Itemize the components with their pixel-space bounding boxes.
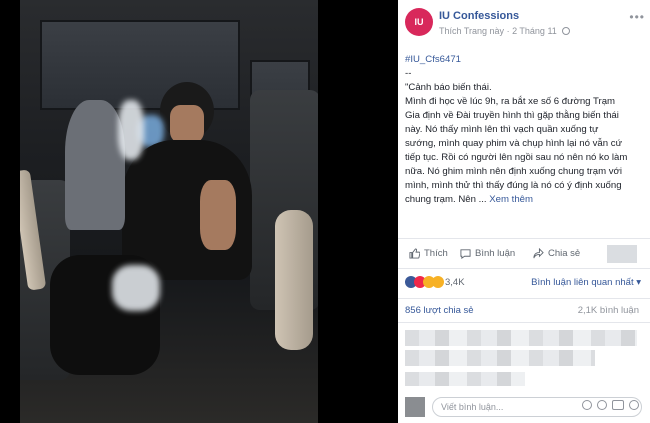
post-last-line-text: chung trạm. Nên ... <box>405 194 487 205</box>
man-face <box>170 105 204 143</box>
reaction-count[interactable]: 3,4K <box>445 277 465 288</box>
post-panel: IU IU Confessions Thích Trang này · 2 Th… <box>398 0 650 423</box>
like-button[interactable]: Thích <box>409 248 448 259</box>
user-avatar <box>405 397 425 417</box>
post-line: tiếp tục. Rồi có người lên ngồi sau nó n… <box>405 152 628 163</box>
comments-count[interactable]: 2,1K bình luận <box>578 305 639 316</box>
post-last-line: chung trạm. Nên ... Xem thêm <box>405 193 641 207</box>
like-label: Thích <box>424 248 448 259</box>
share-icon <box>533 248 544 259</box>
post-line: sướng, mình quay phim và chụp hình lại n… <box>405 138 622 149</box>
divider <box>398 238 650 239</box>
comment-tools <box>582 400 639 410</box>
sticker-icon[interactable] <box>629 400 639 410</box>
page-avatar[interactable]: IU <box>405 8 433 36</box>
share-as-selector-blurred[interactable] <box>607 245 637 263</box>
thumbs-up-icon <box>409 248 420 259</box>
action-bar: Thích Bình luận Chia sẻ <box>405 245 645 265</box>
share-button[interactable]: Chia sẻ <box>533 248 580 259</box>
haha-reaction-icon[interactable] <box>432 276 444 288</box>
photo-border-right <box>318 0 398 423</box>
post-line: này. Nó thấy mình lên thì vạch quần xuốn… <box>405 124 599 135</box>
comment-composer: Viết bình luận... <box>405 395 643 417</box>
post-header: IU IU Confessions Thích Trang này · 2 Th… <box>405 8 645 42</box>
hashtag-link[interactable]: #IU_Cfs6471 <box>405 53 641 67</box>
comment-placeholder: Viết bình luận... <box>441 402 504 412</box>
man-arm <box>200 180 236 250</box>
censor-blur <box>112 265 160 311</box>
globe-icon <box>562 27 571 35</box>
post-line: Mình đi học về lúc 9h, ra bắt xe số 6 đư… <box>405 96 616 107</box>
post-line: nữa. Nó ghim mình nên định xuống chung t… <box>405 166 622 177</box>
post-meta: Thích Trang này · 2 Tháng 11 <box>439 26 571 36</box>
post-dash: -- <box>405 68 412 79</box>
meta-separator: · <box>506 26 510 36</box>
like-page-link[interactable]: Thích Trang này <box>439 26 504 36</box>
share-label: Chia sẻ <box>548 248 581 259</box>
avatar-text: IU <box>414 17 424 27</box>
stats-row: 856 lượt chia sẻ 2,1K bình luận <box>405 305 645 319</box>
page-name-link[interactable]: IU Confessions <box>439 10 519 22</box>
camera-icon[interactable] <box>597 400 607 410</box>
woman-figure <box>65 100 125 230</box>
post-photo[interactable] <box>0 0 398 423</box>
blurred-comment <box>405 330 637 346</box>
divider <box>398 268 650 269</box>
photo-border-left <box>0 0 20 423</box>
post-line: mình, mình thử thì thấy đúng là nó có ý … <box>405 180 622 191</box>
face-blur <box>118 100 144 160</box>
post-text: #IU_Cfs6471 -- "Cảnh báo biến thái. Mình… <box>405 53 641 207</box>
bus-scene <box>20 0 318 423</box>
reactions-row: 3,4K Bình luận liên quan nhất ▾ <box>405 276 645 292</box>
comment-icon <box>460 249 471 259</box>
seat-handle-right <box>275 210 313 350</box>
gif-icon[interactable] <box>612 400 624 410</box>
emoji-icon[interactable] <box>582 400 592 410</box>
blurred-comment <box>405 350 595 366</box>
more-options-button[interactable]: ••• <box>629 10 645 24</box>
screen: IU IU Confessions Thích Trang này · 2 Th… <box>0 0 650 423</box>
comment-button[interactable]: Bình luận <box>460 248 515 259</box>
see-more-link[interactable]: Xem thêm <box>489 194 533 205</box>
post-title-line: "Cảnh báo biến thái. <box>405 82 492 93</box>
divider <box>398 322 650 323</box>
comment-sort-dropdown[interactable]: Bình luận liên quan nhất ▾ <box>531 277 641 288</box>
shares-link[interactable]: 856 lượt chia sẻ <box>405 305 474 316</box>
post-date[interactable]: 2 Tháng 11 <box>512 26 557 36</box>
divider <box>398 298 650 299</box>
blurred-comment <box>405 372 525 386</box>
comment-label: Bình luận <box>475 248 516 259</box>
post-line: Gia định về Đài truyền hình thì gặp thằn… <box>405 110 619 121</box>
